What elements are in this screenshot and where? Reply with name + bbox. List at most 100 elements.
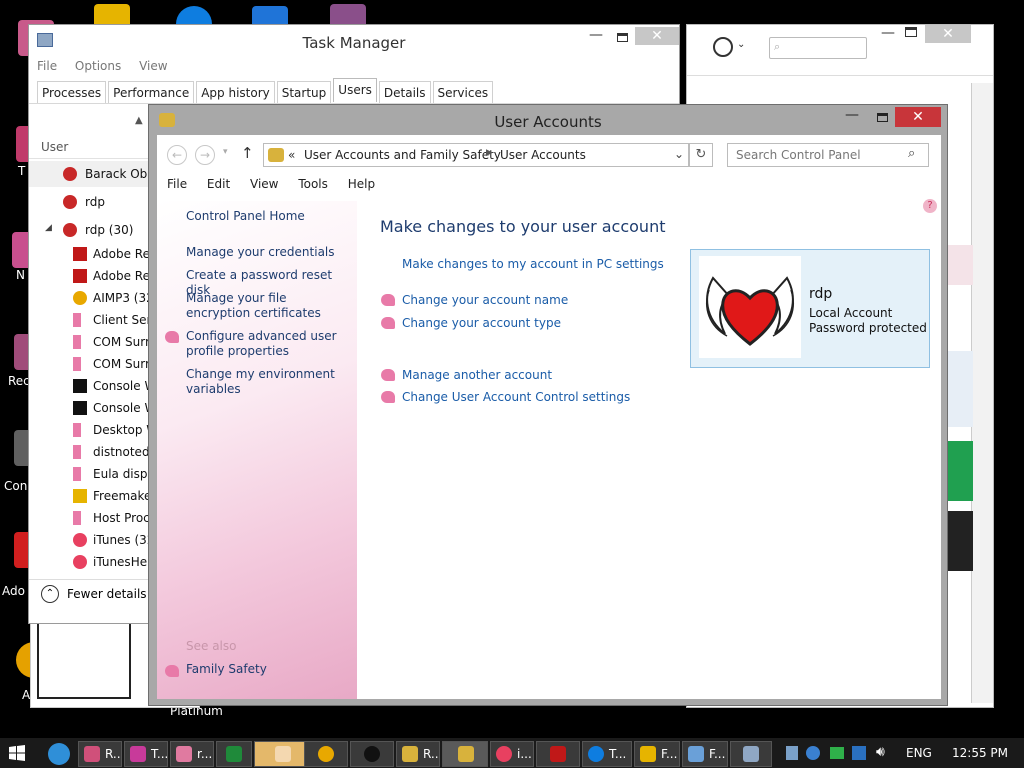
recent-pages-chevron-icon[interactable]: ▾: [223, 147, 228, 157]
taskbar-item-2[interactable]: T...: [124, 741, 168, 767]
chevron-down-icon[interactable]: ⌄: [737, 39, 745, 50]
tm-menu-options[interactable]: Options: [75, 59, 121, 73]
list-item[interactable]: COM Surro: [29, 353, 157, 375]
list-item[interactable]: Host Proce: [29, 507, 157, 529]
taskbar-item-task-manager[interactable]: [730, 741, 772, 767]
search-control-panel-input[interactable]: Search Control Panel ⌕: [727, 143, 929, 167]
tab-services[interactable]: Services: [432, 81, 494, 103]
address-dropdown-icon[interactable]: ⌄: [674, 147, 684, 161]
taskbar-item-control-panel[interactable]: R...: [396, 741, 440, 767]
change-account-type-link[interactable]: Change your account type: [402, 316, 561, 330]
breadcrumb-overflow[interactable]: «: [288, 148, 295, 162]
up-arrow-icon[interactable]: ↑: [241, 144, 254, 162]
manage-credentials-link[interactable]: Manage your credentials: [186, 245, 351, 260]
sort-caret-icon[interactable]: ▲: [135, 115, 143, 126]
taskbar-item-3[interactable]: r...: [170, 741, 214, 767]
list-item[interactable]: ◢ rdp (30): [29, 215, 157, 243]
taskbar-item-itunes[interactable]: i...: [490, 741, 534, 767]
menu-help[interactable]: Help: [348, 177, 375, 191]
change-account-name-link[interactable]: Change your account name: [402, 293, 568, 307]
menu-view[interactable]: View: [250, 177, 278, 191]
taskbar-item-excel[interactable]: [216, 741, 252, 767]
list-item[interactable]: rdp: [29, 187, 157, 215]
list-item[interactable]: Freemake: [29, 485, 157, 507]
task-manager-titlebar[interactable]: Task Manager — ✕: [29, 25, 679, 57]
ua-maximize-button[interactable]: [877, 113, 888, 122]
list-item[interactable]: Console W: [29, 375, 157, 397]
account-card: rdp Local Account Password protected: [690, 249, 930, 368]
taskbar-item-freemake[interactable]: F...: [634, 741, 680, 767]
list-item[interactable]: Eula displa: [29, 463, 157, 485]
list-item[interactable]: Console W: [29, 397, 157, 419]
browser-search-input[interactable]: ⌕: [769, 37, 867, 59]
uac-settings-link[interactable]: Change User Account Control settings: [402, 390, 630, 404]
list-item[interactable]: iTunesHelp: [29, 551, 157, 573]
breadcrumb-user-accounts-family-safety[interactable]: User Accounts and Family Safety: [304, 148, 501, 162]
address-bar[interactable]: « User Accounts and Family Safety ▶ User…: [263, 143, 689, 167]
search-icon[interactable]: ⌕: [908, 146, 915, 161]
tray-icon-1[interactable]: [786, 746, 798, 760]
forward-button[interactable]: →: [195, 145, 215, 165]
pc-settings-link[interactable]: Make changes to my account in PC setting…: [402, 257, 664, 271]
list-item[interactable]: iTunes (32: [29, 529, 157, 551]
list-item[interactable]: AIMP3 (32: [29, 287, 157, 309]
browser-user-icon[interactable]: [713, 37, 733, 57]
tab-app-history[interactable]: App history: [196, 81, 275, 103]
volume-icon[interactable]: 🔊︎: [876, 744, 885, 760]
control-panel-home-link[interactable]: Control Panel Home: [186, 209, 351, 224]
browser-minimize-button[interactable]: —: [881, 25, 895, 41]
browser-close-button[interactable]: ✕: [925, 25, 971, 43]
list-item[interactable]: Client Serv: [29, 309, 157, 331]
list-item[interactable]: Adobe Rea: [29, 265, 157, 287]
tm-minimize-button[interactable]: —: [589, 27, 603, 43]
tab-details[interactable]: Details: [378, 81, 431, 103]
start-button[interactable]: [8, 744, 26, 762]
internet-explorer-button[interactable]: [48, 743, 70, 765]
list-item[interactable]: COM Surro: [29, 331, 157, 353]
tray-icon-2[interactable]: [806, 746, 820, 760]
tm-menu-view[interactable]: View: [139, 59, 167, 73]
taskbar-item-1[interactable]: R...: [78, 741, 122, 767]
ua-minimize-button[interactable]: —: [845, 107, 859, 123]
help-icon[interactable]: ?: [923, 199, 937, 213]
refresh-button[interactable]: ↻: [689, 143, 713, 167]
list-item[interactable]: Adobe Rea: [29, 243, 157, 265]
taskbar-item-adobe[interactable]: [536, 741, 580, 767]
taskbar-item-user-accounts[interactable]: [442, 741, 488, 767]
column-header-user[interactable]: User: [41, 140, 68, 154]
clock[interactable]: 12:55 PM: [952, 746, 1008, 760]
list-item[interactable]: Desktop W: [29, 419, 157, 441]
browser-maximize-button[interactable]: [905, 27, 917, 37]
tray-icon-4[interactable]: [852, 746, 866, 760]
tray-icon-3[interactable]: [830, 747, 844, 759]
browser-right-scroll[interactable]: [971, 83, 993, 703]
tab-performance[interactable]: Performance: [108, 81, 195, 103]
taskbar-item-aimp[interactable]: [304, 741, 348, 767]
tm-menu-file[interactable]: File: [37, 59, 57, 73]
menu-file[interactable]: File: [167, 177, 187, 191]
taskbar-item-teamviewer[interactable]: T...: [582, 741, 632, 767]
tab-users[interactable]: Users: [333, 78, 377, 102]
menu-tools[interactable]: Tools: [298, 177, 328, 191]
ua-close-button[interactable]: ✕: [895, 107, 941, 127]
menu-edit[interactable]: Edit: [207, 177, 230, 191]
advanced-profile-properties-link[interactable]: Configure advanced user profile properti…: [186, 329, 351, 359]
list-item[interactable]: distnoted (: [29, 441, 157, 463]
family-safety-link[interactable]: Family Safety: [186, 662, 351, 677]
tab-processes[interactable]: Processes: [37, 81, 107, 103]
language-indicator[interactable]: ENG: [906, 746, 932, 760]
taskbar-item-folder[interactable]: [254, 741, 310, 767]
avatar[interactable]: [699, 256, 801, 358]
manage-another-account-link[interactable]: Manage another account: [402, 368, 552, 382]
environment-variables-link[interactable]: Change my environment variables: [186, 367, 351, 397]
collapse-arrow-icon[interactable]: ◢: [45, 223, 52, 233]
tm-maximize-button[interactable]: [617, 33, 628, 42]
back-button[interactable]: ←: [167, 145, 187, 165]
tab-startup[interactable]: Startup: [276, 81, 332, 103]
list-item[interactable]: Barack Obar: [29, 161, 157, 187]
taskbar-item-media[interactable]: [350, 741, 394, 767]
breadcrumb-user-accounts[interactable]: User Accounts: [500, 148, 586, 162]
file-encryption-certificates-link[interactable]: Manage your file encryption certificates: [186, 291, 351, 321]
taskbar-item-f2[interactable]: F...: [682, 741, 728, 767]
tm-close-button[interactable]: ✕: [635, 27, 679, 45]
